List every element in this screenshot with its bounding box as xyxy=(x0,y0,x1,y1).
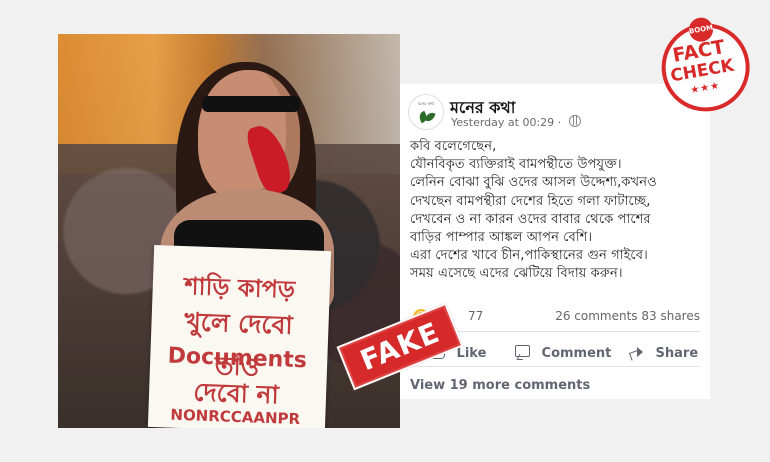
fact-check-badge: BOOM FACT CHECK ★★★ xyxy=(646,8,757,119)
share-label: Share xyxy=(655,346,699,361)
reaction-count[interactable]: 77 xyxy=(468,309,483,323)
post-text-line: এরা দেশের খাবে চীন,পাকিস্থানের গুন গাইবে… xyxy=(410,248,648,264)
view-more-comments-link[interactable]: View 19 more comments xyxy=(410,378,590,393)
globe-icon xyxy=(568,115,581,127)
comment-button[interactable]: Comment xyxy=(515,344,611,361)
post-text-line: দেখছেন বামপন্থীরা দেশের হিতে গলা ফাটাচ্ছ… xyxy=(410,193,651,209)
blindfold xyxy=(202,96,300,112)
post-text-line: দেখবেন ও না কারন ওদের বাবার থেকে পাশের xyxy=(410,211,651,227)
comment-label: Comment xyxy=(541,346,612,361)
shares-count-link[interactable]: 83 shares xyxy=(641,309,700,323)
protest-sign: শাড়ি কাপড় খুলে দেবো তাও Documents দেবো… xyxy=(147,244,332,428)
post-text-line: লেনিন বোঝা বুঝি ওদের আসল উদ্দেশ্য,কখনও xyxy=(410,175,657,191)
post-body: কবি বলেগেছেন, যৌনবিকৃত ব্যক্তিরাই বামপন্… xyxy=(410,138,704,284)
like-label: Like xyxy=(456,346,487,361)
post-text-line: যৌনবিকৃত ব্যক্তিরাই বামপন্থীতে উপযুক্ত। xyxy=(410,157,622,173)
comment-icon xyxy=(515,344,531,360)
page-avatar[interactable]: মনের কথা xyxy=(408,94,444,130)
divider xyxy=(410,366,700,367)
post-text-line: কবি বলেগেছেন, xyxy=(410,139,497,154)
post-text-line: সময় এসেছে এদের ঝেটিয়ে বিদায় করুন। xyxy=(410,266,623,282)
share-button[interactable]: Share xyxy=(629,344,698,361)
share-icon xyxy=(629,344,645,360)
engagement-stats: 26 comments 83 shares xyxy=(555,309,700,323)
sign-line: Documents xyxy=(167,343,308,374)
timestamp-text: Yesterday at 00:29 · xyxy=(451,116,562,129)
post-text-line: বাড়ির পাম্পার আঙ্কল আপন বেশি। xyxy=(410,230,593,246)
post-timestamp[interactable]: Yesterday at 00:29 · xyxy=(451,115,581,129)
avatar-text: মনের কথা xyxy=(417,101,435,106)
comments-count-link[interactable]: 26 comments xyxy=(555,309,637,323)
leaf-icon xyxy=(424,110,436,124)
